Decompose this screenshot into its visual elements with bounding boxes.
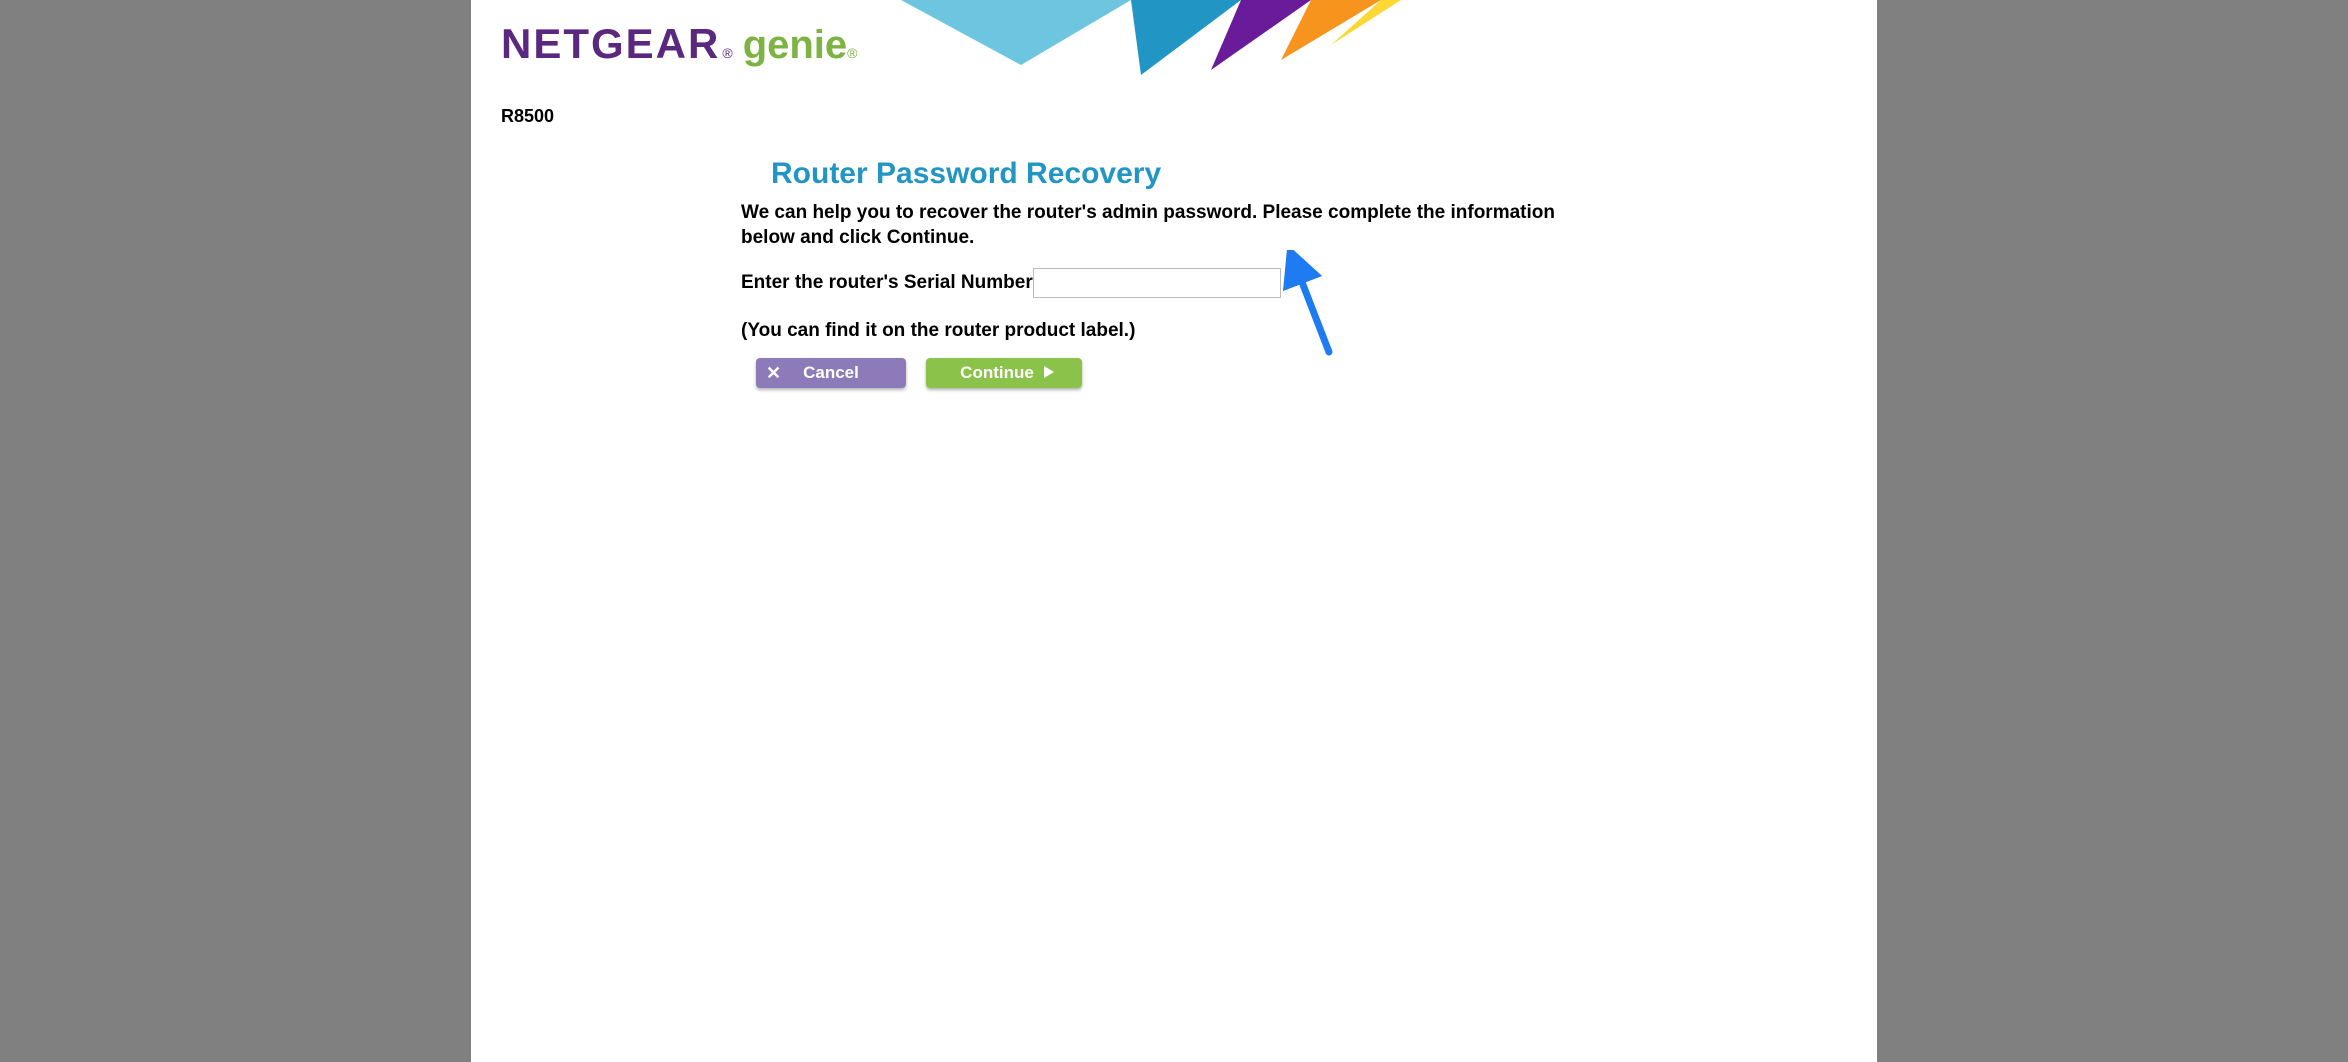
serial-hint: (You can find it on the router product l… — [741, 320, 1621, 342]
brand-name: NETGEAR — [501, 20, 720, 68]
serial-number-input[interactable] — [1033, 268, 1281, 298]
cancel-button[interactable]: ✕ Cancel — [756, 358, 906, 388]
continue-button[interactable]: Continue — [926, 358, 1082, 388]
page-title: Router Password Recovery — [771, 157, 1621, 191]
page-description: We can help you to recover the router's … — [741, 201, 1591, 250]
button-row: ✕ Cancel Continue — [756, 358, 1621, 388]
play-icon — [1044, 363, 1054, 383]
brand-sub: genie — [743, 23, 847, 68]
serial-label: Enter the router's Serial Number — [741, 272, 1033, 294]
content-area: Router Password Recovery We can help you… — [471, 127, 1621, 388]
header: NETGEAR® genie® — [471, 0, 1877, 100]
registered-mark: ® — [722, 45, 732, 61]
serial-row: Enter the router's Serial Number — [741, 268, 1621, 298]
cancel-button-label: Cancel — [803, 363, 859, 383]
router-admin-page: NETGEAR® genie® R8500 Router Password Re… — [471, 0, 1877, 1062]
decorative-triangles — [901, 0, 1401, 75]
brand-dot: ® — [847, 45, 857, 61]
close-icon: ✕ — [766, 363, 781, 384]
continue-button-label: Continue — [960, 363, 1034, 383]
model-number: R8500 — [501, 106, 1877, 127]
